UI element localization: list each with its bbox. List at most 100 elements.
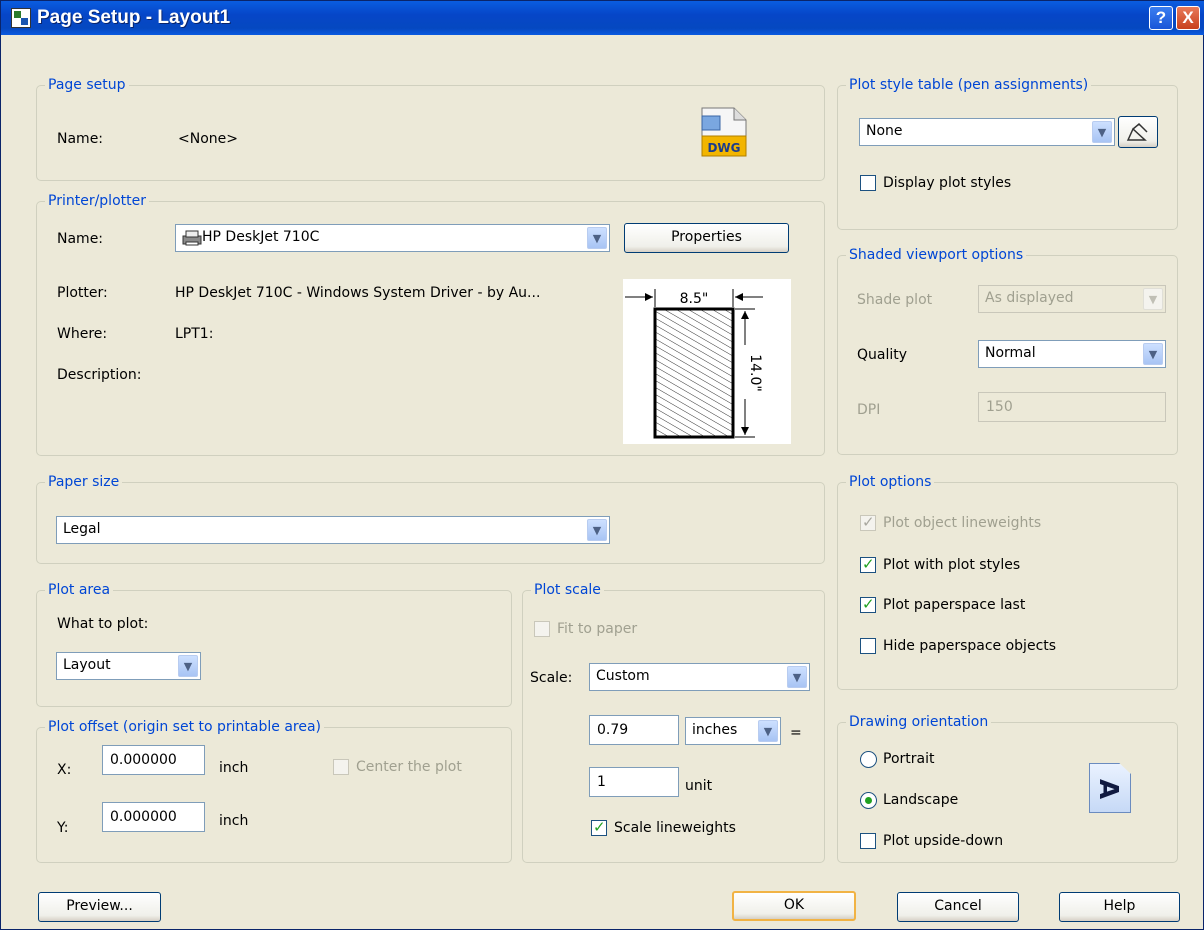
printer-legend: Printer/plotter [45,191,149,211]
chevron-down-icon[interactable]: ▼ [1143,343,1163,365]
dpi-input[interactable]: 150 [978,392,1166,422]
plot-area-legend: Plot area [45,580,114,600]
plot-with-plot-styles-checkbox[interactable] [860,555,876,573]
chevron-down-icon[interactable]: ▼ [758,720,778,742]
offset-x-label: X: [57,762,72,778]
pencil-icon [1126,122,1148,141]
plot-paperspace-last-checkbox[interactable] [860,595,876,613]
plot-scale-legend: Plot scale [531,580,604,600]
plot-with-plot-styles-label: Plot with plot styles [883,557,1021,573]
display-plot-styles-label: Display plot styles [883,175,1012,191]
scale-unit-input[interactable]: 1 [589,767,679,797]
where-value: LPT1: [175,326,214,342]
ok-button[interactable]: OK [732,891,856,921]
orientation-glyph: A [1093,778,1124,800]
plot-style-select[interactable]: None ▼ [859,118,1115,146]
dpi-label: DPI [857,402,881,418]
dwg-file-icon: DWG [698,106,750,158]
page-setup-dialog: Page Setup - Layout1 ? X Page setup Name… [0,0,1204,930]
plot-upside-down-checkbox[interactable] [860,833,876,849]
plot-options-legend: Plot options [846,472,935,492]
page-setup-name-label: Name: [57,131,104,147]
scale-label: Scale: [530,670,573,686]
shaded-legend: Shaded viewport options [846,245,1027,265]
scale-lineweights-label: Scale lineweights [614,820,736,836]
plotter-value: HP DeskJet 710C - Windows System Driver … [175,285,541,301]
chevron-down-icon[interactable]: ▼ [587,519,607,541]
plot-style-legend: Plot style table (pen assignments) [846,75,1092,95]
quality-select[interactable]: Normal ▼ [978,340,1166,368]
app-icon [11,8,31,28]
chevron-down-icon[interactable]: ▼ [787,666,807,688]
printer-name-label: Name: [57,231,104,247]
hide-paperspace-objects-checkbox[interactable] [860,638,876,654]
close-icon[interactable]: X [1176,6,1200,30]
what-to-plot-label: What to plot: [57,616,149,632]
printer-name-select[interactable]: HP DeskJet 710C ▼ [175,224,610,252]
plotter-label: Plotter: [57,285,108,301]
plot-paperspace-last-label: Plot paperspace last [883,597,1026,613]
orientation-preview-icon: A [1089,763,1131,813]
quality-label: Quality [857,347,908,363]
plot-style-value: None [866,123,903,139]
plot-style-table-group: Plot style table (pen assignments) [837,75,1178,230]
shade-plot-label: Shade plot [857,292,933,308]
scale-units-select[interactable]: inches ▼ [685,717,781,745]
page-setup-legend: Page setup [45,75,129,95]
scale-inches-input[interactable]: 0.79 [589,715,679,745]
cancel-button[interactable]: Cancel [897,892,1019,922]
help-icon[interactable]: ? [1149,6,1173,30]
printer-icon [182,230,202,250]
display-plot-styles-checkbox[interactable] [860,175,876,191]
portrait-label: Portrait [883,751,935,767]
hide-paperspace-objects-label: Hide paperspace objects [883,638,1057,654]
fit-to-paper-checkbox[interactable] [534,621,550,637]
landscape-radio[interactable] [860,792,877,809]
offset-y-unit: inch [219,813,249,829]
offset-x-input[interactable]: 0.000000 [102,745,205,775]
title-bar[interactable]: Page Setup - Layout1 ? X [1,1,1204,35]
plot-upside-down-label: Plot upside-down [883,833,1004,849]
scale-value: Custom [596,668,650,684]
chevron-down-icon[interactable]: ▼ [1143,288,1163,310]
properties-button[interactable]: Properties [624,223,789,253]
fit-to-paper-label: Fit to paper [557,621,638,637]
chevron-down-icon[interactable]: ▼ [178,655,198,677]
what-to-plot-select[interactable]: Layout ▼ [56,652,201,680]
plot-area-group: Plot area [36,580,512,707]
shade-plot-select[interactable]: As displayed ▼ [978,285,1166,313]
paper-size-select[interactable]: Legal ▼ [56,516,610,544]
help-button[interactable]: Help [1059,892,1180,922]
printer-name-value: HP DeskJet 710C [202,229,320,245]
paper-size-legend: Paper size [45,472,123,492]
plot-object-lineweights-checkbox[interactable] [860,513,876,531]
description-label: Description: [57,367,142,383]
edit-plot-style-button[interactable] [1118,116,1158,148]
chevron-down-icon[interactable]: ▼ [587,227,607,249]
landscape-label: Landscape [883,792,959,808]
paper-preview: 8.5" 14.0" [623,279,791,444]
quality-value: Normal [985,345,1036,361]
portrait-radio[interactable] [860,751,877,768]
page-setup-name-value: <None> [178,131,238,147]
paper-height-label: 14.0" [747,354,763,392]
offset-y-input[interactable]: 0.000000 [102,802,205,832]
chevron-down-icon[interactable]: ▼ [1092,121,1112,143]
paper-size-value: Legal [63,521,101,537]
scale-lineweights-checkbox[interactable] [591,818,607,836]
dwg-icon-text: DWG [707,141,740,155]
shade-plot-value: As displayed [985,290,1074,306]
center-plot-checkbox[interactable] [333,759,349,775]
plot-object-lineweights-label: Plot object lineweights [883,515,1042,531]
offset-x-unit: inch [219,760,249,776]
scale-unit-label: unit [685,778,713,794]
offset-y-label: Y: [57,820,69,836]
where-label: Where: [57,326,108,342]
paper-width-label: 8.5" [680,291,709,307]
preview-button[interactable]: Preview... [38,892,161,922]
plot-offset-legend: Plot offset (origin set to printable are… [45,717,325,737]
what-to-plot-value: Layout [63,657,111,673]
center-plot-label: Center the plot [356,759,462,775]
scale-select[interactable]: Custom ▼ [589,663,810,691]
scale-units-value: inches [692,722,738,738]
